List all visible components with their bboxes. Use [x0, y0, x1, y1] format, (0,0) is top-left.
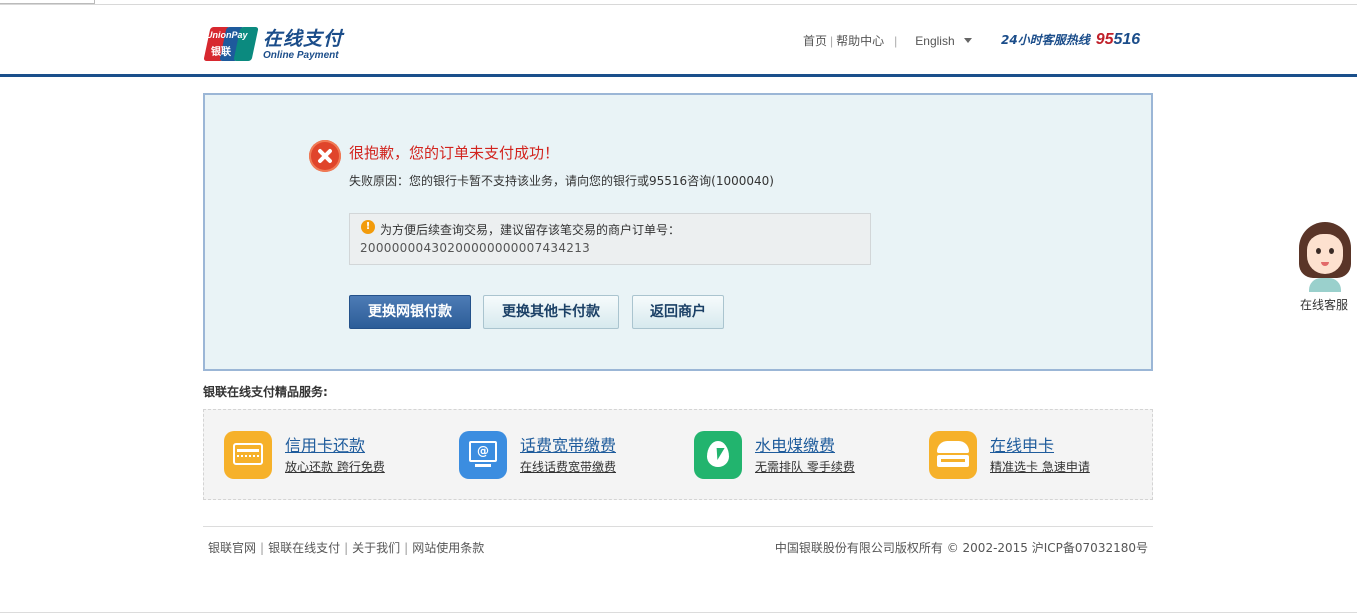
page-header: UnionPay 银联 在线支付 Online Payment 首页 | 帮助中心 |…	[0, 5, 1357, 75]
nav-help-link[interactable]: 帮助中心	[836, 32, 884, 49]
service-desc[interactable]: 无需排队 零手续费	[755, 458, 855, 475]
logo-mark-text: UnionPay	[206, 30, 248, 40]
nav-separator: |	[894, 33, 898, 48]
info-icon: !	[361, 220, 375, 234]
footer-link-about[interactable]: 关于我们	[352, 541, 400, 555]
credit-card-icon	[224, 431, 272, 479]
footer-link-online-pay[interactable]: 银联在线支付	[268, 541, 340, 555]
nav-separator: |	[830, 33, 834, 48]
card-apply-icon	[929, 431, 977, 479]
service-name[interactable]: 在线申卡	[990, 432, 1054, 456]
footer-separator: |	[404, 541, 409, 555]
merchant-order-number: 20000000430200000000007434213	[360, 241, 591, 255]
unionpay-mark-icon: UnionPay 银联	[203, 27, 259, 61]
computer-icon-glyph: @	[469, 441, 497, 462]
footer-separator: |	[260, 541, 265, 555]
order-notice-text: 为方便后续查询交易，建议留存该笔交易的商户订单号：	[380, 223, 681, 237]
change-bank-button[interactable]: 更换网银付款	[349, 295, 471, 329]
services-panel: 信用卡还款 放心还款 跨行免费 @ 话费宽带缴费 在线话费宽带缴费 水电煤缴费 …	[203, 409, 1153, 500]
service-hotline: 24小时客服热线 95516	[1001, 31, 1140, 49]
service-desc[interactable]: 放心还款 跨行免费	[285, 458, 385, 475]
back-to-merchant-button[interactable]: 返回商户	[632, 295, 724, 329]
footer-link-terms[interactable]: 网站使用条款	[412, 541, 484, 555]
top-nav: 首页 | 帮助中心 | English	[803, 32, 972, 48]
service-name[interactable]: 话费宽带缴费	[520, 432, 616, 456]
footer-divider	[203, 526, 1153, 527]
language-selector[interactable]: English	[915, 33, 972, 48]
payment-result-panel: 很抱歉，您的订单未支付成功！ 失败原因：您的银行卡暂不支持该业务，请向您的银行或…	[203, 93, 1153, 371]
service-name[interactable]: 水电煤缴费	[755, 432, 835, 456]
service-desc[interactable]: 在线话费宽带缴费	[520, 458, 616, 475]
language-label: English	[915, 33, 955, 48]
footer-separator: |	[344, 541, 349, 555]
footer-link-unionpay[interactable]: 银联官网	[208, 541, 256, 555]
chevron-down-icon	[963, 38, 972, 44]
logo-title: 在线支付	[263, 28, 344, 50]
hotline-number: 95516	[1096, 31, 1141, 48]
change-card-button[interactable]: 更换其他卡付款	[483, 295, 619, 329]
service-name[interactable]: 信用卡还款	[285, 432, 365, 456]
copyright-text: 中国银联股份有限公司版权所有 © 2002-2015 沪ICP备07032180…	[774, 541, 1148, 555]
footer-links: 银联官网 | 银联在线支付 | 关于我们 | 网站使用条款	[208, 539, 484, 556]
hotline-number-prefix: 95	[1095, 31, 1114, 48]
unionpay-logo[interactable]: UnionPay 银联 在线支付 Online Payment	[203, 23, 353, 65]
header-divider	[0, 74, 1357, 77]
hotline-label: 24小时客服热线	[1001, 33, 1090, 47]
hotline-number-suffix: 516	[1113, 31, 1141, 48]
services-title: 银联在线支付精品服务:	[203, 385, 328, 399]
bottom-divider	[0, 612, 1357, 613]
order-notice: ! 为方便后续查询交易，建议留存该笔交易的商户订单号： 200000004302…	[349, 213, 871, 265]
error-icon	[309, 140, 341, 172]
error-reason: 失败原因：您的银行卡暂不支持该业务，请向您的银行或95516咨询(1000040…	[349, 174, 774, 188]
error-title: 很抱歉，您的订单未支付成功！	[349, 144, 560, 162]
service-desc[interactable]: 精准选卡 急速申请	[990, 458, 1090, 475]
nav-home-link[interactable]: 首页	[803, 32, 827, 49]
online-service-widget[interactable]: 在线客服	[1293, 222, 1357, 314]
water-drop-icon	[694, 431, 742, 479]
computer-icon: @	[459, 431, 507, 479]
logo-mark-chinese: 银联	[211, 47, 231, 58]
logo-subtitle: Online Payment	[263, 50, 339, 61]
service-agent-avatar-icon	[1299, 222, 1351, 292]
online-service-label: 在线客服	[1300, 298, 1349, 312]
